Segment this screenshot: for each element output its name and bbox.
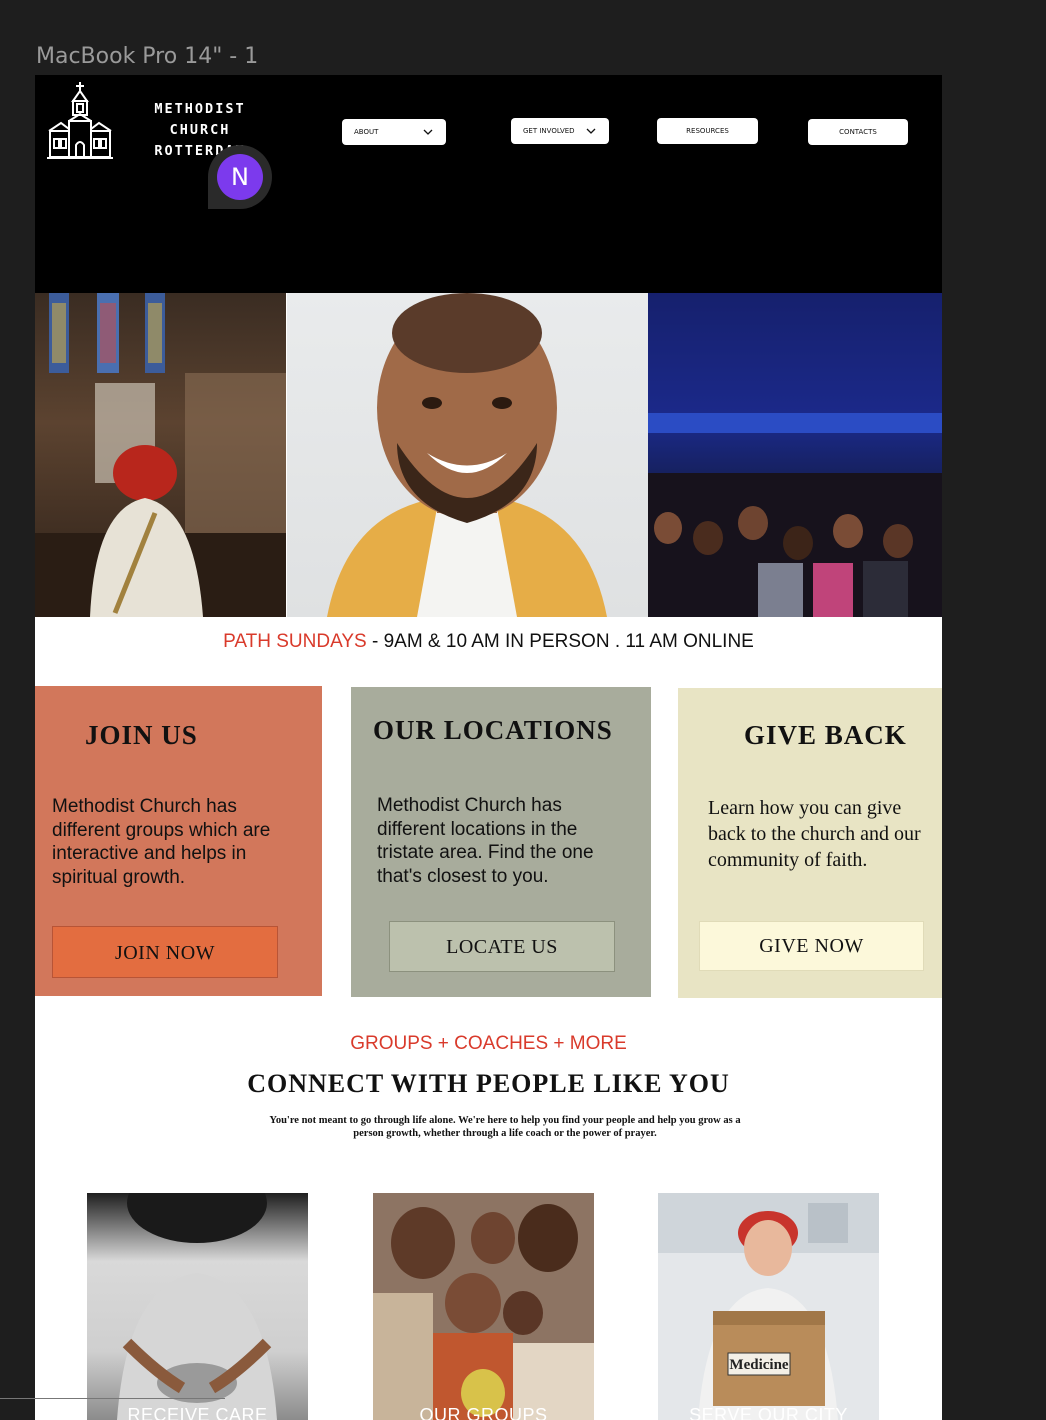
collaborator-avatar-badge[interactable]: N <box>208 145 272 209</box>
service-schedule: PATH SUNDAYS - 9AM & 10 AM IN PERSON . 1… <box>35 631 942 653</box>
nav-contacts-button[interactable]: CONTACTS <box>808 119 908 145</box>
logo-line-1: METHODIST CHURCH <box>154 101 246 138</box>
horizontal-scrollbar[interactable] <box>0 1398 225 1412</box>
join-now-button[interactable]: JOIN NOW <box>52 926 278 978</box>
nav-resources-label: RESOURCES <box>686 127 729 135</box>
section-description: You're not meant to go through life alon… <box>269 1115 741 1139</box>
our-groups-label: OUR GROUPS <box>419 1405 548 1420</box>
site-header: METHODIST CHURCH ROTTERDAM N ABOUT GET I… <box>35 75 942 293</box>
serve-our-city-label: SERVE OUR CITY <box>689 1405 848 1420</box>
nav-about-label: ABOUT <box>354 128 379 136</box>
give-back-text-line: community of faith. <box>708 849 868 871</box>
nav-get-involved-dropdown[interactable]: GET INVOLVED <box>511 118 609 144</box>
nav-contacts-label: CONTACTS <box>839 128 877 136</box>
join-us-text: Methodist Church has different groups wh… <box>52 796 271 888</box>
nav-about-dropdown[interactable]: ABOUT <box>342 119 446 145</box>
section-title: CONNECT WITH PEOPLE LIKE YOU <box>247 1069 730 1098</box>
schedule-times: - 9AM & 10 AM IN PERSON . 11 AM ONLINE <box>366 631 754 652</box>
our-locations-card: OUR LOCATIONS Methodist Church has diffe… <box>351 687 651 997</box>
praying-hands-illustration <box>117 1193 277 1420</box>
our-locations-text: Methodist Church has different locations… <box>377 795 594 887</box>
join-us-card: JOIN US Methodist Church has different g… <box>35 686 322 996</box>
our-locations-title: OUR LOCATIONS <box>373 715 613 745</box>
volunteer-with-box-illustration: Medicine <box>658 1193 879 1420</box>
hero-image-worship-crowd <box>648 293 942 617</box>
worship-crowd-illustration <box>648 293 942 617</box>
chevron-down-icon <box>423 129 433 135</box>
give-now-button[interactable]: GIVE NOW <box>699 921 924 971</box>
church-interior-illustration <box>35 293 286 617</box>
page-frame: METHODIST CHURCH ROTTERDAM N ABOUT GET I… <box>35 75 942 1420</box>
give-back-text-line: back to the church and our <box>708 823 921 845</box>
section-eyebrow: GROUPS + COACHES + MORE <box>350 1033 627 1054</box>
box-label: Medicine <box>729 1357 788 1373</box>
church-logo-icon[interactable] <box>47 81 113 159</box>
locate-us-button[interactable]: LOCATE US <box>389 921 615 972</box>
frame-label: MacBook Pro 14" - 1 <box>36 44 259 69</box>
nav-resources-button[interactable]: RESOURCES <box>657 118 758 144</box>
family-hug-illustration <box>373 1193 594 1420</box>
give-back-title: GIVE BACK <box>744 720 907 750</box>
hero-image-church-interior <box>35 293 286 617</box>
schedule-highlight: PATH SUNDAYS <box>223 631 367 652</box>
receive-care-tile[interactable]: RECEIVE CARE <box>87 1193 308 1420</box>
serve-our-city-tile[interactable]: Medicine SERVE OUR CITY <box>658 1193 879 1420</box>
nav-get-involved-label: GET INVOLVED <box>523 127 575 135</box>
give-back-text: Learn how you can give back to the churc… <box>708 795 921 873</box>
hero-image-smiling-man <box>287 293 648 617</box>
avatar: N <box>217 154 263 200</box>
chevron-down-icon <box>586 128 596 134</box>
give-back-text-line: Learn how you can give <box>708 797 902 819</box>
our-groups-tile[interactable]: OUR GROUPS <box>373 1193 594 1420</box>
smiling-man-illustration <box>327 293 607 617</box>
give-back-card: GIVE BACK Learn how you can give back to… <box>678 688 942 998</box>
join-us-title: JOIN US <box>85 720 198 750</box>
